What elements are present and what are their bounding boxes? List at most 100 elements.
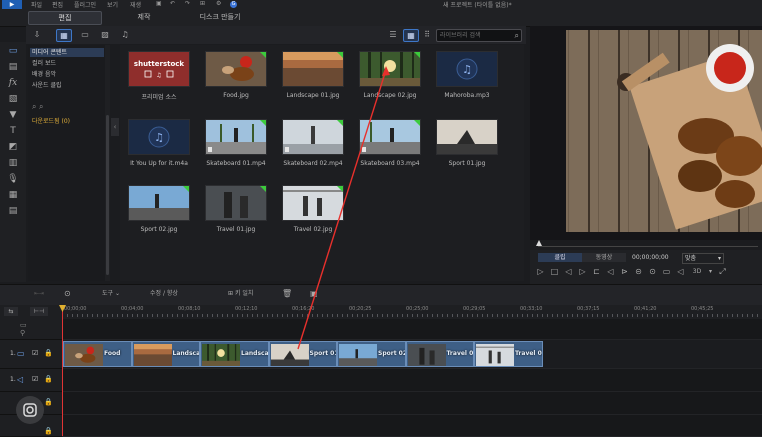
lock-icon[interactable]: 🔒 <box>44 349 53 357</box>
timeline-clip[interactable]: Sport 01 <box>268 341 337 367</box>
subtitle-room-icon[interactable]: ▤ <box>7 205 19 217</box>
search-input[interactable] <box>437 30 510 41</box>
audio-icon[interactable]: ◁ <box>676 267 685 276</box>
media-thumbnail[interactable] <box>205 51 267 87</box>
timeline-clip[interactable]: Sport 02 <box>337 341 406 367</box>
category-scrollbar[interactable] <box>105 45 110 281</box>
media-item[interactable]: Skateboard 02.mp4 <box>282 119 344 167</box>
redo-icon[interactable]: ↷ <box>185 0 190 7</box>
tab-produce[interactable]: 제작 <box>120 11 168 23</box>
media-room-icon[interactable]: ▭ <box>7 45 19 57</box>
media-thumbnail[interactable]: shutterstock ♫ <box>128 51 190 87</box>
undo-icon[interactable]: ↶ <box>170 0 175 7</box>
account-icon[interactable]: G <box>230 1 237 8</box>
media-item[interactable]: ♫ Mahoroba.mp3 <box>436 51 498 99</box>
preview-scrubber[interactable] <box>530 240 762 250</box>
tools-menu[interactable]: 도구 ⌄ <box>102 289 120 299</box>
repeat-icon[interactable]: ⊝ <box>634 267 643 276</box>
media-thumbnail[interactable] <box>128 185 190 221</box>
media-thumbnail[interactable] <box>359 51 421 87</box>
fast-forward-icon[interactable]: ⊳ <box>620 267 629 276</box>
keyframe-button[interactable]: ⊞ 키 일치 <box>228 289 253 299</box>
timeline-clip[interactable]: Landscape <box>131 341 200 367</box>
play-icon[interactable]: ▷ <box>536 267 545 276</box>
tab-disc[interactable]: 디스크 만들기 <box>186 11 254 23</box>
collapse-panel-icon[interactable]: ‹ <box>111 118 119 136</box>
enable-track-checkbox[interactable]: ☑ <box>32 349 38 357</box>
timeline-clip[interactable]: Food <box>63 341 132 367</box>
media-thumbnail[interactable]: ♫ <box>436 51 498 87</box>
category-sound-clips[interactable]: 사운드 클립 <box>32 81 62 90</box>
media-thumbnail[interactable] <box>205 119 267 155</box>
media-item[interactable]: Skateboard 03.mp4 <box>359 119 421 167</box>
media-thumbnail[interactable] <box>282 119 344 155</box>
zoom-fit-select[interactable]: 맞춤 ▾ <box>682 253 724 264</box>
category-background-music[interactable]: 배경 음악 <box>32 70 56 79</box>
track-2-lock-icon[interactable]: 🔒 <box>44 398 53 406</box>
media-thumbnail[interactable] <box>436 119 498 155</box>
delete-icon[interactable]: 🗑 <box>282 289 292 299</box>
media-item[interactable]: Sport 01.jpg <box>436 119 498 167</box>
menu-plugins[interactable]: 플러그인 <box>74 0 96 9</box>
media-item[interactable]: Food.jpg <box>205 51 267 99</box>
menu-playback[interactable]: 재생 <box>130 0 141 9</box>
category-color-board[interactable]: 컬러 보드 <box>32 59 56 68</box>
enable-audio-checkbox[interactable]: ☑ <box>32 375 38 383</box>
effect-room-icon[interactable]: fx <box>7 77 19 89</box>
tag-icon[interactable]: ⌕ ⌕ <box>32 102 44 111</box>
fix-enhance-button[interactable]: 수정 / 향상 <box>150 289 178 299</box>
snapshot-icon[interactable]: ⊙ <box>648 267 657 276</box>
track-manager-icon[interactable]: ⇆ <box>4 307 18 316</box>
audio-track[interactable] <box>62 369 762 392</box>
undock-icon[interactable]: ⤢ <box>718 267 727 276</box>
volume-icon[interactable]: ◁ <box>606 267 615 276</box>
media-item[interactable]: Travel 02.jpg <box>282 185 344 233</box>
save-icon[interactable]: ▣ <box>156 0 162 7</box>
subtitle-icon[interactable]: ▭ <box>662 267 671 276</box>
timeline-clip[interactable]: Landscape <box>200 341 269 367</box>
playhead[interactable] <box>62 305 63 436</box>
filter-all-media-icon[interactable]: ▦ <box>56 29 72 42</box>
media-item[interactable]: Travel 01.jpg <box>205 185 267 233</box>
media-thumbnail[interactable] <box>205 185 267 221</box>
split-icon[interactable]: ⊏ <box>592 267 601 276</box>
media-item[interactable]: ♫ It You Up for it.m4a <box>128 119 190 167</box>
next-frame-icon[interactable]: ▷ <box>578 267 587 276</box>
prev-frame-icon[interactable]: ◁ <box>564 267 573 276</box>
fit-timeline-icon[interactable]: ⇤⇥ <box>34 289 44 299</box>
media-item[interactable]: Skateboard 01.mp4 <box>205 119 267 167</box>
voiceover-icon[interactable]: 🎙 <box>7 173 19 185</box>
library-search[interactable]: ⌕ <box>436 29 522 42</box>
movie-mode-button[interactable]: 동영상 <box>582 253 626 262</box>
zoom-icon[interactable]: ⊢⊣ <box>30 307 48 316</box>
downloaded-tag[interactable]: 다운로드됨 (0) <box>32 117 70 126</box>
filter-image-icon[interactable]: ▨ <box>98 29 112 40</box>
multi-trim-icon[interactable]: ▣ <box>310 289 318 299</box>
track-3[interactable] <box>62 415 762 437</box>
chapter-room-icon[interactable]: ▦ <box>7 189 19 201</box>
import-media-icon[interactable]: ⇩ <box>30 29 44 40</box>
track-3-lock-icon[interactable]: 🔒 <box>44 427 53 435</box>
media-item[interactable]: shutterstock ♫ 프리미엄 소스 <box>128 51 190 101</box>
pip-room-icon[interactable]: ▧ <box>7 93 19 105</box>
media-item[interactable]: Sport 02.jpg <box>128 185 190 233</box>
category-media-content[interactable]: 미디어 콘텐트 <box>30 48 104 57</box>
timeline-clip[interactable]: Travel 02 <box>474 341 543 367</box>
filter-audio-icon[interactable]: ♫ <box>118 29 132 40</box>
menu-edit[interactable]: 편집 <box>52 0 63 9</box>
timeline-clip[interactable]: Travel 01 <box>405 341 474 367</box>
audio-lock-icon[interactable]: 🔒 <box>44 375 53 383</box>
clip-mode-button[interactable]: 클립 <box>538 253 582 262</box>
media-item[interactable]: Landscape 01.jpg <box>282 51 344 99</box>
timecode[interactable]: 00;00;00;00 <box>632 254 669 261</box>
settings-icon[interactable]: ⚙ <box>216 0 221 7</box>
3d-toggle[interactable]: 3D <box>690 267 704 276</box>
media-thumbnail[interactable]: ♫ <box>128 119 190 155</box>
menu-file[interactable]: 파일 <box>31 0 42 9</box>
grid-view-icon[interactable]: ▦ <box>403 29 419 42</box>
media-thumbnail[interactable] <box>359 119 421 155</box>
list-view-icon[interactable]: ☰ <box>386 29 400 40</box>
media-thumbnail[interactable] <box>282 185 344 221</box>
lens-overlay-button[interactable] <box>16 396 44 424</box>
large-grid-icon[interactable]: ⠿ <box>420 29 434 40</box>
